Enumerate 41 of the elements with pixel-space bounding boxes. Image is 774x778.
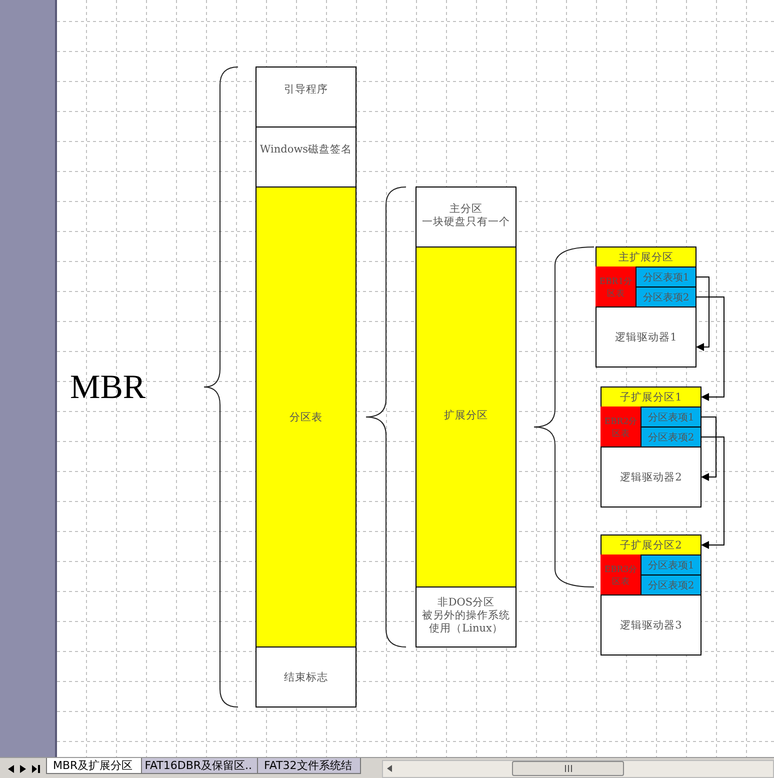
scroll-thumb[interactable] xyxy=(512,761,624,776)
block-label: 逻辑驱动器1 xyxy=(615,332,677,344)
block-label: 分区表项1 xyxy=(648,560,694,572)
table-entry xyxy=(640,406,702,428)
block-label: 分区表项2 xyxy=(648,432,694,444)
horizontal-scrollbar[interactable] xyxy=(382,760,774,778)
block-label: 扩展分区 xyxy=(444,410,488,422)
mbr-label: MBR xyxy=(70,369,146,406)
block-label: 子扩展分区2 xyxy=(620,540,682,552)
previous-sheet-icon[interactable] xyxy=(8,764,14,772)
block-label: EBR2分 区表 xyxy=(604,416,638,439)
grip-icon xyxy=(564,765,572,772)
block-label: Windows磁盘签名 xyxy=(260,144,352,156)
block-label: 分区表项2 xyxy=(648,580,694,592)
table-entry xyxy=(636,266,696,288)
block-label: 子扩展分区1 xyxy=(620,392,682,404)
ebr-table xyxy=(600,406,642,448)
block-label: EBR1分 区表 xyxy=(599,276,633,299)
block-label: 逻辑驱动器2 xyxy=(620,472,682,484)
block-label: 逻辑驱动器3 xyxy=(620,620,682,632)
block-label: 分区表 xyxy=(290,412,322,424)
table-entry xyxy=(640,554,702,576)
block-label: EBR3分 区表 xyxy=(604,564,638,587)
block-label: 分区表项1 xyxy=(642,272,690,284)
ebr-table xyxy=(596,266,636,308)
block-label: 主扩展分区 xyxy=(618,252,674,264)
table-entry xyxy=(640,426,702,448)
table-entry xyxy=(636,286,696,308)
block-label: 非DOS分区 被另外的操作系统 使用（Linux） xyxy=(422,596,510,635)
scroll-left-icon[interactable] xyxy=(387,765,392,772)
block-label: 分区表项1 xyxy=(648,412,694,424)
next-sheet-icon[interactable] xyxy=(20,764,26,772)
sheet-tab[interactable]: FAT32文件系统结 xyxy=(257,758,361,774)
block-label: 结束标志 xyxy=(284,672,328,684)
block-label: 主分区 一块硬盘只有一个 xyxy=(422,203,510,228)
table-entry xyxy=(640,574,702,596)
sheet-tab[interactable]: MBR及扩展分区 xyxy=(46,758,142,774)
last-sheet-icon[interactable] xyxy=(32,764,40,772)
block-label: 引导程序 xyxy=(284,84,328,96)
ebr-table xyxy=(600,554,642,596)
block-label: 分区表项2 xyxy=(642,292,690,304)
